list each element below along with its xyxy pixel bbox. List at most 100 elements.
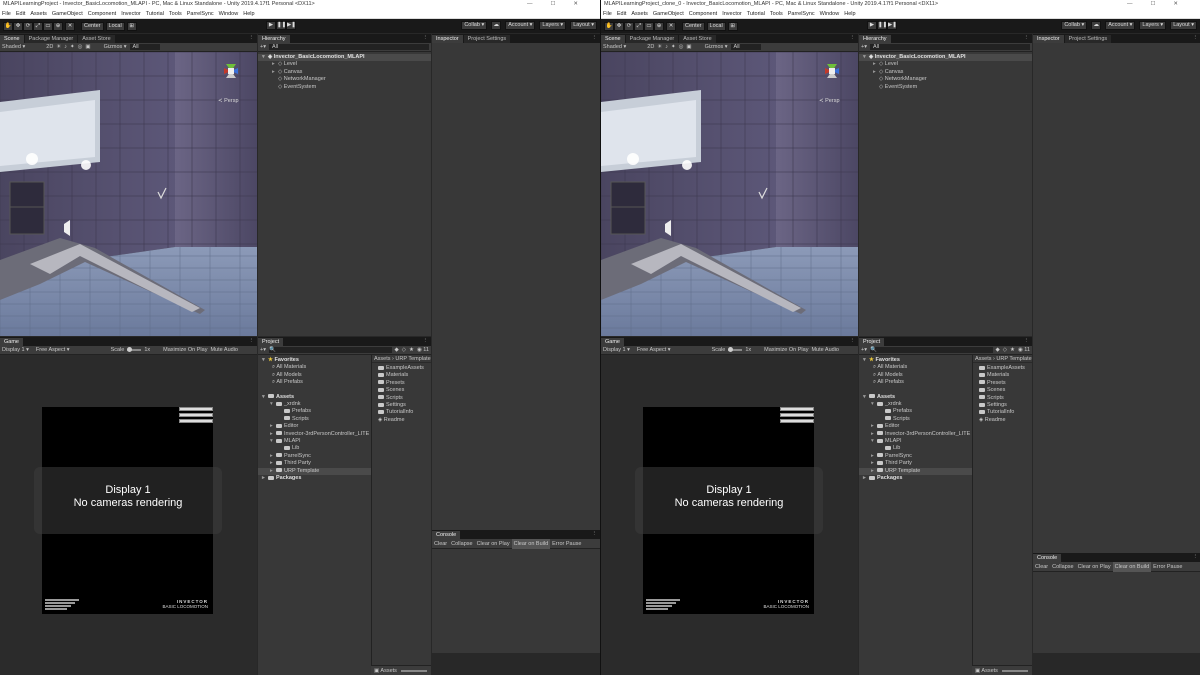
packages-header[interactable]: ▸ Packages — [258, 475, 371, 482]
asset-item[interactable]: ExampleAssets — [973, 365, 1032, 372]
asset-folder-item[interactable]: ▸ URP Template — [859, 467, 972, 476]
scale-slider[interactable] — [127, 347, 142, 352]
maximize-on-play-toggle[interactable]: Maximize On Play — [764, 347, 808, 353]
asset-folder-item[interactable]: Scripts — [258, 416, 371, 423]
play-icon[interactable]: ▶ — [266, 21, 276, 30]
hand-tool-icon[interactable]: ✋ — [604, 21, 614, 31]
asset-item[interactable]: ◈ Readme — [973, 417, 1032, 424]
scale-tool-icon[interactable]: ⤢ — [33, 21, 43, 31]
effects-toggle-icon[interactable]: ✦ — [671, 44, 676, 50]
collab-dropdown[interactable]: Collab ▾ — [1061, 21, 1088, 30]
panel-menu-icon[interactable]: ⋮ — [1024, 337, 1030, 345]
menu-item-tools[interactable]: Tools — [770, 9, 783, 18]
favorite-item[interactable]: ⌕ All Materials — [859, 364, 972, 371]
menu-item-component[interactable]: Component — [88, 9, 116, 18]
asset-item[interactable]: Materials — [372, 372, 431, 379]
pivot-local-toggle[interactable]: Local — [105, 21, 125, 31]
project-search-input[interactable]: 🔍 — [268, 347, 392, 353]
toggle-2d-button[interactable]: 2D — [46, 44, 53, 50]
effects-toggle-icon[interactable]: ✦ — [70, 44, 75, 50]
perspective-label[interactable]: ≺ Persp — [218, 98, 239, 104]
console-error-pause-button[interactable]: Error Pause — [550, 539, 583, 549]
assets-header[interactable]: ▾ Assets — [258, 394, 371, 401]
grid-snap-icon[interactable]: ⊞ — [126, 21, 137, 31]
project-breadcrumb[interactable]: Assets › URP Template — [372, 355, 431, 363]
hierarchy-item[interactable]: ◇ EventSystem — [859, 84, 1032, 91]
asset-item[interactable]: Settings — [973, 402, 1032, 409]
asset-folder-item[interactable]: ▾ MLAPI — [859, 438, 972, 445]
asset-item[interactable]: Materials — [973, 372, 1032, 379]
panel-menu-icon[interactable]: ⋮ — [1193, 553, 1199, 561]
console-clear-on-build-button[interactable]: Clear on Build — [1112, 561, 1152, 572]
asset-item[interactable]: Presets — [372, 380, 431, 387]
tab-game[interactable]: Game — [0, 338, 23, 346]
mute-audio-toggle[interactable]: Mute Audio — [210, 347, 238, 353]
create-plus-icon[interactable]: +▾ — [861, 347, 867, 353]
hierarchy-item[interactable]: ◇ NetworkManager — [859, 76, 1032, 83]
pivot-center-toggle[interactable]: Center — [682, 21, 705, 31]
asset-item[interactable]: ◈ Readme — [372, 417, 431, 424]
lighting-toggle-icon[interactable]: ☀ — [657, 44, 662, 50]
transform-tool-icon[interactable]: ⊕ — [53, 21, 63, 31]
toggle-2d-button[interactable]: 2D — [647, 44, 654, 50]
console-clear-button[interactable]: Clear — [1033, 562, 1050, 572]
create-plus-icon[interactable]: +▾ — [861, 44, 867, 50]
aspect-dropdown[interactable]: Free Aspect ▾ — [36, 347, 70, 353]
asset-folder-item[interactable]: Lib — [258, 445, 371, 452]
hierarchy-item[interactable]: ◇ EventSystem — [258, 84, 431, 91]
camera-icon[interactable]: ▣ — [686, 44, 691, 50]
asset-item[interactable]: Scripts — [973, 395, 1032, 402]
menu-item-tutorial[interactable]: Tutorial — [747, 9, 765, 18]
gizmos-dropdown[interactable]: Gizmos ▾ — [705, 44, 728, 50]
move-tool-icon[interactable]: ✥ — [614, 21, 624, 31]
asset-folder-item[interactable]: ▸ ParrelSync — [859, 453, 972, 460]
tab-console[interactable]: Console — [1033, 554, 1062, 562]
console-clear-on-play-button[interactable]: Clear on Play — [475, 539, 512, 549]
icon-size-slider[interactable] — [1001, 669, 1028, 672]
menu-item-assets[interactable]: Assets — [631, 9, 648, 18]
shading-mode-dropdown[interactable]: Shaded ▾ — [2, 44, 25, 50]
scene-search-input[interactable]: All — [129, 44, 160, 50]
lighting-toggle-icon[interactable]: ☀ — [56, 44, 61, 50]
hierarchy-item[interactable]: ▸ ◇ Canvas — [258, 69, 431, 76]
menu-item-edit[interactable]: Edit — [617, 9, 626, 18]
console-clear-on-build-button[interactable]: Clear on Build — [511, 538, 551, 549]
panel-menu-icon[interactable]: ⋮ — [850, 337, 856, 345]
tab-asset-store[interactable]: Asset Store — [679, 35, 716, 43]
perspective-label[interactable]: ≺ Persp — [819, 98, 840, 104]
aspect-dropdown[interactable]: Free Aspect ▾ — [637, 347, 671, 353]
panel-menu-icon[interactable]: ⋮ — [592, 530, 598, 538]
asset-folder-item[interactable]: ▸ Third Party — [859, 460, 972, 467]
hierarchy-search-input[interactable]: All — [268, 44, 429, 50]
favorite-star-icon[interactable]: ★ — [1010, 347, 1015, 353]
collab-dropdown[interactable]: Collab ▾ — [461, 21, 488, 30]
asset-folder-item[interactable]: ▸ Third Party — [258, 460, 371, 467]
move-tool-icon[interactable]: ✥ — [13, 21, 23, 31]
grid-snap-icon[interactable]: ⊞ — [727, 21, 738, 31]
favorites-header[interactable]: ▾ ★ Favorites — [859, 357, 972, 364]
filter-type-icon[interactable]: ◆ — [996, 347, 1000, 353]
panel-menu-icon[interactable]: ⋮ — [423, 337, 429, 345]
asset-item[interactable]: ExampleAssets — [372, 365, 431, 372]
hierarchy-item[interactable]: ◇ NetworkManager — [258, 76, 431, 83]
cloud-icon[interactable]: ☁ — [1091, 21, 1102, 30]
tab-inspector[interactable]: Inspector — [432, 35, 463, 43]
asset-item[interactable]: TutorialInfo — [973, 409, 1032, 416]
shading-mode-dropdown[interactable]: Shaded ▾ — [603, 44, 626, 50]
asset-item[interactable]: Scenes — [372, 387, 431, 394]
hierarchy-item[interactable]: ▸ ◇ Level — [258, 61, 431, 68]
icon-size-slider[interactable] — [400, 669, 427, 672]
hidden-toggle-icon[interactable]: ◎ — [78, 44, 83, 50]
packages-header[interactable]: ▸ Packages — [859, 475, 972, 482]
tab-console[interactable]: Console — [432, 531, 461, 539]
menu-item-window[interactable]: Window — [219, 9, 239, 18]
console-collapse-button[interactable]: Collapse — [1050, 562, 1075, 572]
menu-item-file[interactable]: File — [603, 9, 612, 18]
gizmos-dropdown[interactable]: Gizmos ▾ — [104, 44, 127, 50]
orientation-gizmo[interactable] — [218, 58, 244, 84]
asset-folder-item[interactable]: ▸ Editor — [859, 423, 972, 430]
tab-scene[interactable]: Scene — [0, 35, 24, 43]
panel-menu-icon[interactable]: ⋮ — [249, 34, 255, 42]
hierarchy-search-input[interactable]: All — [869, 44, 1030, 50]
menu-item-edit[interactable]: Edit — [16, 9, 25, 18]
